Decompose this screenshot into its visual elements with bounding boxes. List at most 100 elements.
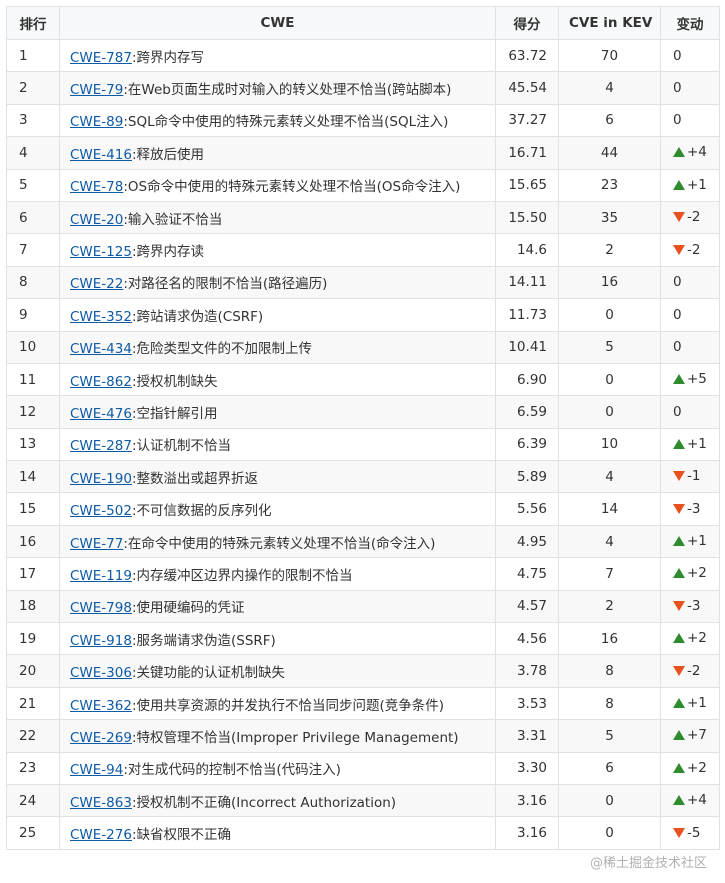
table-row: 12 CWE-476:空指针解引用 6.59 0 0 — [6, 395, 720, 429]
change-value: 0 — [673, 306, 682, 323]
kev-cell: 0 — [558, 783, 661, 818]
cwe-cell: CWE-77:在命令中使用的特殊元素转义处理不恰当(命令注入) — [59, 524, 496, 559]
kev-cell: 0 — [558, 816, 661, 850]
change-value: +2 — [687, 565, 707, 582]
cwe-link[interactable]: CWE-20 — [70, 212, 123, 228]
cwe-link[interactable]: CWE-476 — [70, 406, 132, 422]
cwe-link[interactable]: CWE-125 — [70, 244, 132, 260]
rank-cell: 3 — [6, 103, 60, 138]
up-arrow-icon — [673, 568, 685, 579]
change-cell: +4 — [660, 136, 720, 170]
cwe-link[interactable]: CWE-502 — [70, 503, 132, 519]
change-value: -3 — [687, 597, 701, 614]
cwe-link[interactable]: CWE-787 — [70, 50, 132, 66]
cwe-link[interactable]: CWE-362 — [70, 698, 132, 714]
cwe-description: :内存缓冲区边界内操作的限制不恰当 — [131, 567, 353, 584]
cwe-cell: CWE-269:特权管理不恰当(Improper Privilege Manag… — [59, 719, 496, 753]
change-cell: 0 — [660, 71, 720, 105]
cwe-link[interactable]: CWE-276 — [70, 827, 132, 843]
score-cell: 4.95 — [495, 524, 559, 559]
column-header-rank: 排行 — [6, 6, 60, 40]
cwe-link[interactable]: CWE-306 — [70, 665, 132, 681]
cwe-link[interactable]: CWE-119 — [70, 568, 132, 584]
change-cell: -2 — [660, 233, 720, 267]
cwe-link[interactable]: CWE-416 — [70, 147, 132, 163]
rank-cell: 10 — [6, 330, 60, 364]
cwe-cell: CWE-22:对路径名的限制不恰当(路径遍历) — [59, 265, 496, 300]
kev-cell: 6 — [558, 103, 661, 138]
cwe-link[interactable]: CWE-269 — [70, 730, 132, 746]
table-row: 23 CWE-94:对生成代码的控制不恰当(代码注入) 3.30 6 +2 — [6, 751, 720, 785]
rank-cell: 2 — [6, 71, 60, 105]
rank-cell: 6 — [6, 200, 60, 235]
change-cell: +2 — [660, 751, 720, 785]
cwe-link[interactable]: CWE-77 — [70, 536, 123, 552]
cwe-link[interactable]: CWE-79 — [70, 82, 123, 98]
score-cell: 3.16 — [495, 816, 559, 850]
cwe-link[interactable]: CWE-918 — [70, 633, 132, 649]
score-cell: 4.57 — [495, 589, 559, 624]
change-cell: +5 — [660, 362, 720, 397]
down-arrow-icon — [673, 244, 685, 255]
cwe-cell: CWE-416:释放后使用 — [59, 136, 496, 170]
kev-cell: 2 — [558, 589, 661, 624]
cwe-link[interactable]: CWE-352 — [70, 309, 132, 325]
cwe-description: :在命令中使用的特殊元素转义处理不恰当(命令注入) — [123, 535, 436, 552]
score-cell: 3.30 — [495, 751, 559, 785]
change-cell: -2 — [660, 654, 720, 688]
change-value: 0 — [673, 47, 682, 64]
table-row: 2 CWE-79:在Web页面生成时对输入的转义处理不恰当(跨站脚本) 45.54 4… — [6, 71, 720, 105]
cwe-link[interactable]: CWE-863 — [70, 795, 132, 811]
table-row: 16 CWE-77:在命令中使用的特殊元素转义处理不恰当(命令注入) 4.95 4 +1 — [6, 524, 720, 559]
score-cell: 3.31 — [495, 719, 559, 753]
kev-cell: 70 — [558, 38, 661, 73]
change-value: 0 — [673, 339, 682, 356]
cwe-link[interactable]: CWE-89 — [70, 114, 123, 130]
cwe-link[interactable]: CWE-190 — [70, 471, 132, 487]
cwe-description: :跨界内存写 — [131, 49, 205, 66]
up-arrow-icon — [673, 147, 685, 158]
rank-cell: 25 — [6, 816, 60, 850]
table-row: 14 CWE-190:整数溢出或超界折返 5.89 4 -1 — [6, 460, 720, 494]
down-arrow-icon — [673, 600, 685, 611]
change-value: -2 — [687, 209, 701, 226]
cwe-cell: CWE-125:跨界内存读 — [59, 233, 496, 267]
score-cell: 3.16 — [495, 783, 559, 818]
cwe-description: :使用共享资源的并发执行不恰当同步问题(竞争条件) — [131, 697, 445, 714]
cwe-link[interactable]: CWE-434 — [70, 341, 132, 357]
change-value: +4 — [687, 144, 707, 161]
rank-cell: 5 — [6, 168, 60, 202]
rank-cell: 17 — [6, 557, 60, 591]
cwe-link[interactable]: CWE-287 — [70, 438, 132, 454]
table-row: 17 CWE-119:内存缓冲区边界内操作的限制不恰当 4.75 7 +2 — [6, 557, 720, 591]
cwe-description: :OS命令中使用的特殊元素转义处理不恰当(OS命令注入) — [123, 179, 461, 196]
table-row: 10 CWE-434:危险类型文件的不加限制上传 10.41 5 0 — [6, 330, 720, 364]
rank-cell: 23 — [6, 751, 60, 785]
up-arrow-icon — [673, 633, 685, 644]
score-cell: 16.71 — [495, 136, 559, 170]
change-cell: 0 — [660, 103, 720, 138]
down-arrow-icon — [673, 665, 685, 676]
cwe-description: :危险类型文件的不加限制上传 — [131, 341, 313, 358]
change-cell: -3 — [660, 492, 720, 526]
cwe-link[interactable]: CWE-78 — [70, 179, 123, 195]
kev-cell: 4 — [558, 460, 661, 494]
table-row: 18 CWE-798:使用硬编码的凭证 4.57 2 -3 — [6, 589, 720, 624]
cwe-cell: CWE-89:SQL命令中使用的特殊元素转义处理不恰当(SQL注入) — [59, 103, 496, 138]
score-cell: 5.56 — [495, 492, 559, 526]
rank-cell: 18 — [6, 589, 60, 624]
cwe-link[interactable]: CWE-22 — [70, 276, 123, 292]
score-cell: 10.41 — [495, 330, 559, 364]
score-cell: 3.78 — [495, 654, 559, 688]
kev-cell: 8 — [558, 654, 661, 688]
column-header-kev: CVE in KEV — [558, 6, 661, 40]
score-cell: 6.59 — [495, 395, 559, 429]
cwe-link[interactable]: CWE-94 — [70, 762, 123, 778]
cwe-link[interactable]: CWE-862 — [70, 374, 132, 390]
change-value: -2 — [687, 241, 701, 258]
cwe-top25-table: 排行 CWE 得分 CVE in KEV 变动 1 CWE-787:跨界内存写 63… — [6, 6, 720, 850]
cwe-description: :跨站请求伪造(CSRF) — [131, 308, 264, 325]
cwe-link[interactable]: CWE-798 — [70, 600, 132, 616]
rank-cell: 4 — [6, 136, 60, 170]
change-cell: +1 — [660, 168, 720, 202]
